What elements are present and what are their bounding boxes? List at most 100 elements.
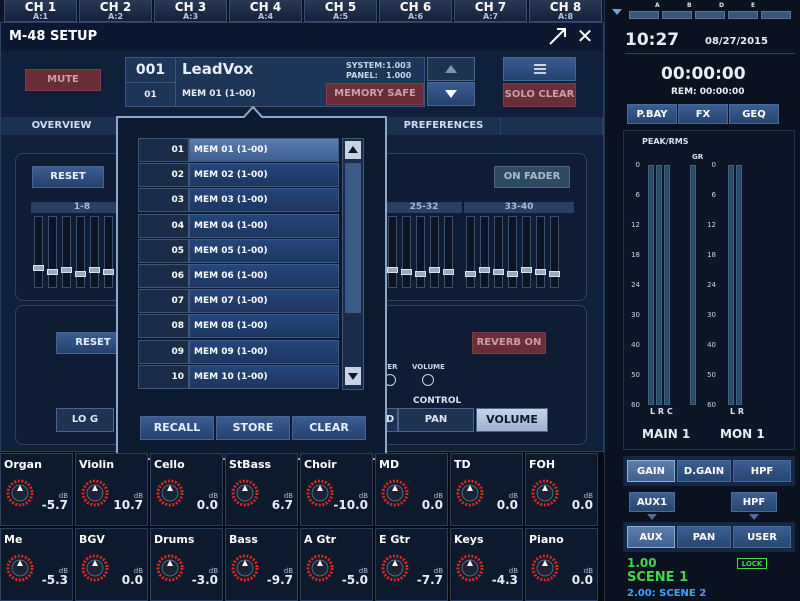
user-button[interactable]: USER	[733, 526, 791, 548]
channel-knob-cell[interactable]: A Gtr dB -5.0	[300, 528, 373, 601]
on-fader-button[interactable]: ON FADER	[494, 166, 570, 188]
fader-cap[interactable]	[493, 269, 504, 275]
channel-knob-cell[interactable]: Violin dB 10.7	[75, 453, 148, 526]
channel-knob-cell[interactable]: BGV dB 0.0	[75, 528, 148, 601]
gain-knob-icon[interactable]	[230, 553, 260, 583]
scroll-up-arrow-icon[interactable]	[345, 141, 361, 159]
fader-slot[interactable]	[465, 216, 476, 288]
memory-list-item[interactable]: 01 MEM 01 (1-00)	[138, 138, 339, 162]
channel-knob-cell[interactable]: FOH dB 0.0	[525, 453, 598, 526]
fader-cap[interactable]	[535, 269, 546, 275]
fader-cap[interactable]	[387, 267, 398, 273]
fader-slot[interactable]	[429, 216, 440, 288]
fader-cap[interactable]	[521, 267, 532, 273]
fader-slot[interactable]	[521, 216, 532, 288]
memory-safe-button[interactable]: MEMORY SAFE	[326, 83, 424, 105]
fader-slot[interactable]	[549, 216, 560, 288]
channel-knob-cell[interactable]: Piano dB 0.0	[525, 528, 598, 601]
fader-cap[interactable]	[549, 271, 560, 277]
gain-knob-icon[interactable]	[380, 553, 410, 583]
channel-tab[interactable]: CH 3 A:3	[154, 0, 227, 22]
dropdown-arrow-icon[interactable]	[609, 4, 625, 20]
fader-cap[interactable]	[75, 271, 86, 277]
fader-slot[interactable]	[415, 216, 426, 288]
tab-preferences[interactable]: PREFERENCES	[387, 117, 501, 135]
store-button[interactable]: STORE	[216, 416, 290, 440]
gain-knob-icon[interactable]	[230, 478, 260, 508]
channel-tab[interactable]: CH 2 A:2	[79, 0, 152, 22]
hpf-button[interactable]: HPF	[731, 492, 777, 512]
clear-button[interactable]: CLEAR	[292, 416, 366, 440]
fader-cap[interactable]	[47, 269, 58, 275]
channel-knob-cell[interactable]: TD dB 0.0	[450, 453, 523, 526]
scroll-up-button[interactable]	[427, 57, 475, 81]
solo-clear-button[interactable]: SOLO CLEAR	[503, 83, 576, 107]
pan-button[interactable]: PAN	[398, 408, 474, 432]
mute-button[interactable]: MUTE	[25, 69, 101, 91]
gain-knob-icon[interactable]	[5, 553, 35, 583]
memory-list-item[interactable]: 08 MEM 08 (1-00)	[138, 314, 339, 339]
scroll-thumb[interactable]	[345, 163, 361, 313]
channel-tab[interactable]: CH 4 A:4	[229, 0, 302, 22]
fader-slot[interactable]	[75, 216, 86, 288]
fader-slot[interactable]	[443, 216, 454, 288]
fader-cap[interactable]	[429, 267, 440, 273]
tab-overview[interactable]: OVERVIEW	[1, 117, 123, 135]
channel-knob-cell[interactable]: MD dB 0.0	[375, 453, 448, 526]
aux-button[interactable]: AUX	[627, 526, 675, 548]
nav-geq-button[interactable]: GEQ	[729, 104, 779, 124]
memory-list-item[interactable]: 10 MEM 10 (1-00)	[138, 364, 339, 389]
channel-tab[interactable]: CH 1 A:1	[4, 0, 77, 22]
gain-knob-icon[interactable]	[380, 478, 410, 508]
memory-list-item[interactable]: 02 MEM 02 (1-00)	[138, 163, 339, 188]
fader-cap[interactable]	[61, 267, 72, 273]
gain-knob-icon[interactable]	[305, 553, 335, 583]
memory-list-item[interactable]: 06 MEM 06 (1-00)	[138, 264, 339, 288]
fader-cap[interactable]	[479, 267, 490, 273]
nav-pbay-button[interactable]: P.BAY	[627, 104, 677, 124]
channel-knob-cell[interactable]: Drums dB -3.0	[150, 528, 223, 601]
reset-button-top[interactable]: RESET	[32, 166, 104, 188]
channel-knob-cell[interactable]: Keys dB -4.3	[450, 528, 523, 601]
fader-cap[interactable]	[401, 269, 412, 275]
memory-list-item[interactable]: 03 MEM 03 (1-00)	[138, 188, 339, 213]
pan-button-right[interactable]: PAN	[677, 526, 731, 548]
dgain-button[interactable]: D.GAIN	[677, 460, 731, 482]
recall-button[interactable]: RECALL	[140, 416, 214, 440]
gain-knob-icon[interactable]	[530, 478, 560, 508]
scroll-down-arrow-icon[interactable]	[345, 367, 361, 385]
volume-knob[interactable]	[422, 374, 434, 386]
memory-list-item[interactable]: 07 MEM 07 (1-00)	[138, 289, 339, 314]
fader-cap[interactable]	[33, 265, 44, 271]
fader-slot[interactable]	[401, 216, 412, 288]
memory-list-item[interactable]: 05 MEM 05 (1-00)	[138, 238, 339, 263]
gain-button[interactable]: GAIN	[627, 460, 675, 482]
gain-knob-icon[interactable]	[155, 553, 185, 583]
memory-list-item[interactable]: 04 MEM 04 (1-00)	[138, 213, 339, 238]
channel-knob-cell[interactable]: Cello dB 0.0	[150, 453, 223, 526]
gain-knob-icon[interactable]	[305, 478, 335, 508]
fader-slot[interactable]	[47, 216, 58, 288]
channel-knob-cell[interactable]: Organ dB -5.7	[0, 453, 73, 526]
tab-extra[interactable]	[501, 117, 603, 135]
fader-slot[interactable]	[103, 216, 114, 288]
channel-tab[interactable]: CH 7 A:7	[454, 0, 527, 22]
memory-list-item[interactable]: 09 MEM 09 (1-00)	[138, 339, 339, 364]
channel-knob-cell[interactable]: E Gtr dB -7.7	[375, 528, 448, 601]
fader-slot[interactable]	[61, 216, 72, 288]
reverb-on-button[interactable]: REVERB ON	[472, 332, 546, 354]
log-button[interactable]: LO G	[56, 408, 114, 432]
gain-knob-icon[interactable]	[455, 553, 485, 583]
hpf-button-top[interactable]: HPF	[733, 460, 791, 482]
fader-cap[interactable]	[443, 269, 454, 275]
gain-knob-icon[interactable]	[155, 478, 185, 508]
volume-button[interactable]: VOLUME	[476, 408, 548, 432]
channel-knob-cell[interactable]: Me dB -5.3	[0, 528, 73, 601]
gain-knob-icon[interactable]	[80, 478, 110, 508]
gain-knob-icon[interactable]	[5, 478, 35, 508]
gain-knob-icon[interactable]	[80, 553, 110, 583]
fader-slot[interactable]	[535, 216, 546, 288]
nav-fx-button[interactable]: FX	[678, 104, 728, 124]
gain-knob-icon[interactable]	[530, 553, 560, 583]
fader-slot[interactable]	[479, 216, 490, 288]
